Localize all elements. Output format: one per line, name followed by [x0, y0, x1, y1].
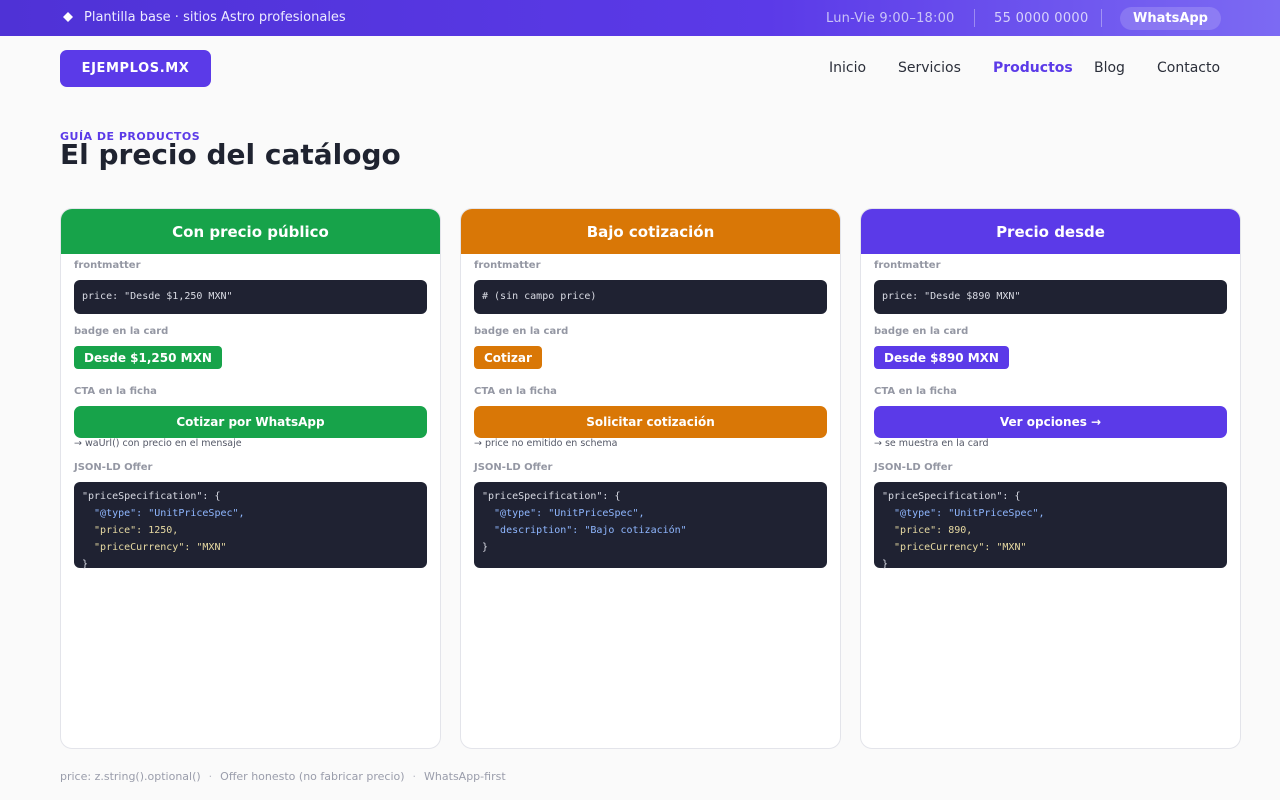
frontmatter-line: price: "Desde $890 MXN": [882, 291, 1021, 302]
jsonld-code: "priceSpecification": { "@type": "UnitPr…: [74, 482, 427, 570]
frontmatter-label: frontmatter: [74, 260, 141, 271]
nav-item-blog[interactable]: Blog: [1094, 60, 1125, 76]
badge-label: badge en la card: [74, 326, 169, 337]
code-line: "priceSpecification": {: [82, 491, 221, 502]
solicitar-cotizacion-button[interactable]: Solicitar cotización: [474, 406, 827, 438]
cta-note: → waUrl() con precio en el mensaje: [74, 438, 242, 449]
code-line: "priceSpecification": {: [482, 491, 621, 502]
code-line: }: [482, 542, 489, 553]
topbar-tagline: Plantilla base · sitios Astro profesiona…: [84, 10, 346, 25]
price-badge: Desde $1,250 MXN: [74, 346, 222, 369]
nav-item-inicio[interactable]: Inicio: [829, 60, 866, 76]
phone-number[interactable]: 55 0000 0000: [994, 11, 1089, 26]
code-line: }: [882, 559, 889, 570]
nav-item-servicios[interactable]: Servicios: [898, 60, 961, 76]
cotizar-whatsapp-button[interactable]: Cotizar por WhatsApp: [74, 406, 427, 438]
card-precio-desde: Precio desde frontmatter price: "Desde $…: [860, 208, 1241, 749]
card-title: Precio desde: [861, 209, 1240, 254]
footer-notes: price: z.string().optional() · Offer hon…: [60, 770, 506, 783]
divider: [1101, 9, 1102, 27]
code-line: "priceCurrency": "MXN": [82, 542, 227, 553]
code-line: "@type": "UnitPriceSpec",: [882, 508, 1045, 519]
code-line: "price": 1250,: [82, 525, 179, 536]
cta-label: CTA en la ficha: [74, 386, 157, 397]
top-bar: Plantilla base · sitios Astro profesiona…: [0, 0, 1280, 36]
jsonld-code: "priceSpecification": { "@type": "UnitPr…: [474, 482, 827, 568]
separator-dot: ·: [208, 770, 213, 783]
frontmatter-label: frontmatter: [474, 260, 541, 271]
card-title: Bajo cotización: [461, 209, 840, 254]
ver-opciones-button[interactable]: Ver opciones →: [874, 406, 1227, 438]
divider: [974, 9, 975, 27]
business-hours: Lun-Vie 9:00–18:00: [826, 11, 955, 26]
frontmatter-label: frontmatter: [874, 260, 941, 271]
code-line: "@type": "UnitPriceSpec",: [82, 508, 245, 519]
code-line: }: [82, 559, 89, 570]
badge-label: badge en la card: [474, 326, 569, 337]
jsonld-label: JSON-LD Offer: [474, 462, 553, 473]
jsonld-label: JSON-LD Offer: [74, 462, 153, 473]
code-line: "description": "Bajo cotización": [482, 525, 687, 536]
whatsapp-button[interactable]: WhatsApp: [1120, 7, 1221, 30]
card-con-precio-publico: Con precio público frontmatter price: "D…: [60, 208, 441, 749]
code-line: "priceCurrency": "MXN": [882, 542, 1027, 553]
frontmatter-line: # (sin campo price): [482, 291, 597, 302]
price-badge: Desde $890 MXN: [874, 346, 1009, 369]
jsonld-label: JSON-LD Offer: [874, 462, 953, 473]
frontmatter-code: price: "Desde $1,250 MXN": [74, 280, 427, 314]
jsonld-code: "priceSpecification": { "@type": "UnitPr…: [874, 482, 1227, 570]
badge-label: badge en la card: [874, 326, 969, 337]
cta-note: → se muestra en la card: [874, 438, 989, 449]
nav-item-contacto[interactable]: Contacto: [1157, 60, 1220, 76]
cta-label: CTA en la ficha: [874, 386, 957, 397]
cta-note: → price no emitido en schema: [474, 438, 618, 449]
site-logo[interactable]: EJEMPLOS.MX: [60, 50, 211, 87]
footer-note: Offer honesto (no fabricar precio): [220, 770, 405, 783]
footer-note: WhatsApp-first: [424, 770, 506, 783]
code-line: "priceSpecification": {: [882, 491, 1021, 502]
frontmatter-code: # (sin campo price): [474, 280, 827, 314]
price-badge: Cotizar: [474, 346, 542, 369]
frontmatter-code: price: "Desde $890 MXN": [874, 280, 1227, 314]
separator-dot: ·: [412, 770, 417, 783]
diamond-icon: [63, 12, 73, 22]
frontmatter-line: price: "Desde $1,250 MXN": [82, 291, 233, 302]
code-line: "price": 890,: [882, 525, 973, 536]
card-title: Con precio público: [61, 209, 440, 254]
card-bajo-cotizacion: Bajo cotización frontmatter # (sin campo…: [460, 208, 841, 749]
cta-label: CTA en la ficha: [474, 386, 557, 397]
nav-item-productos[interactable]: Productos: [993, 60, 1073, 76]
footer-note: price: z.string().optional(): [60, 770, 201, 783]
page-title: El precio del catálogo: [60, 138, 401, 171]
code-line: "@type": "UnitPriceSpec",: [482, 508, 645, 519]
